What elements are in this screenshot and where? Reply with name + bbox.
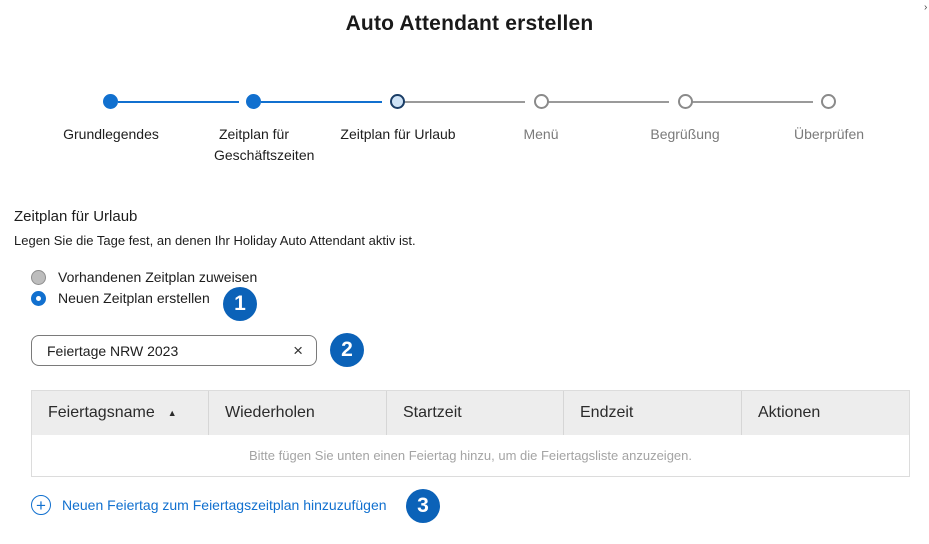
radio-checked-icon[interactable]: [31, 290, 46, 306]
section-title: Zeitplan für Urlaub: [14, 208, 138, 225]
table-header-row: Feiertagsname ▲ Wiederholen Startzeit En…: [32, 391, 909, 435]
stepper-connector-5: [691, 101, 813, 103]
column-header-startzeit: Startzeit: [387, 391, 564, 435]
step-label-menue: Menü: [523, 126, 559, 142]
radio-create-new-schedule[interactable]: Neuen Zeitplan erstellen: [31, 290, 210, 306]
column-header-label: Startzeit: [403, 404, 462, 421]
radio-label: Vorhandenen Zeitplan zuweisen: [58, 269, 258, 285]
step-dot-grundlegendes[interactable]: [103, 94, 118, 109]
column-header-feiertagsname[interactable]: Feiertagsname ▲: [32, 391, 209, 435]
step-dot-begruessung: [678, 94, 693, 109]
schedule-name-field[interactable]: ×: [31, 335, 317, 366]
column-header-label: Feiertagsname: [48, 404, 155, 421]
callout-badge-2: 2: [330, 333, 364, 367]
radio-assign-existing-schedule[interactable]: Vorhandenen Zeitplan zuweisen: [31, 269, 257, 285]
stepper-connector-2: [261, 101, 382, 103]
column-header-endzeit: Endzeit: [564, 391, 742, 435]
step-label-begruessung: Begrüßung: [650, 126, 720, 142]
step-dot-urlaub[interactable]: [390, 94, 405, 109]
stepper-connector-3: [404, 101, 525, 103]
column-header-aktionen: Aktionen: [742, 391, 909, 435]
add-holiday-link[interactable]: + Neuen Feiertag zum Feiertagszeitplan h…: [31, 495, 387, 515]
step-label-geschaeftszeiten: Zeitplan für Geschäftszeiten: [214, 126, 315, 163]
column-header-label: Endzeit: [580, 404, 634, 421]
step-label-urlaub: Zeitplan für Urlaub: [340, 126, 456, 142]
table-empty-message: Bitte fügen Sie unten einen Feiertag hin…: [249, 448, 692, 463]
clear-icon[interactable]: ×: [293, 342, 303, 359]
column-header-label: Aktionen: [758, 404, 821, 421]
dialog-title: Auto Attendant erstellen: [345, 12, 594, 35]
stepper-connector-4: [548, 101, 669, 103]
column-header-wiederholen: Wiederholen: [209, 391, 387, 435]
step-label-ueberpruefen: Überprüfen: [793, 126, 865, 142]
column-header-label: Wiederholen: [225, 404, 315, 421]
callout-badge-1: 1: [223, 287, 257, 321]
radio-label: Neuen Zeitplan erstellen: [58, 290, 210, 306]
add-holiday-label[interactable]: Neuen Feiertag zum Feiertagszeitplan hin…: [62, 497, 387, 513]
step-dot-ueberpruefen: [821, 94, 836, 109]
step-label-grundlegendes: Grundlegendes: [63, 126, 159, 142]
step-dot-geschaeftszeiten[interactable]: [246, 94, 261, 109]
add-circle-icon[interactable]: +: [31, 495, 51, 515]
step-dot-menue: [534, 94, 549, 109]
callout-badge-3: 3: [406, 489, 440, 523]
stepper-connector-1: [118, 101, 239, 103]
radio-unchecked-icon[interactable]: [31, 269, 46, 285]
schedule-name-input[interactable]: [47, 342, 294, 359]
section-description: Legen Sie die Tage fest, an denen Ihr Ho…: [14, 233, 416, 248]
holiday-table: Feiertagsname ▲ Wiederholen Startzeit En…: [31, 390, 910, 477]
sort-ascending-icon[interactable]: ▲: [168, 408, 177, 418]
